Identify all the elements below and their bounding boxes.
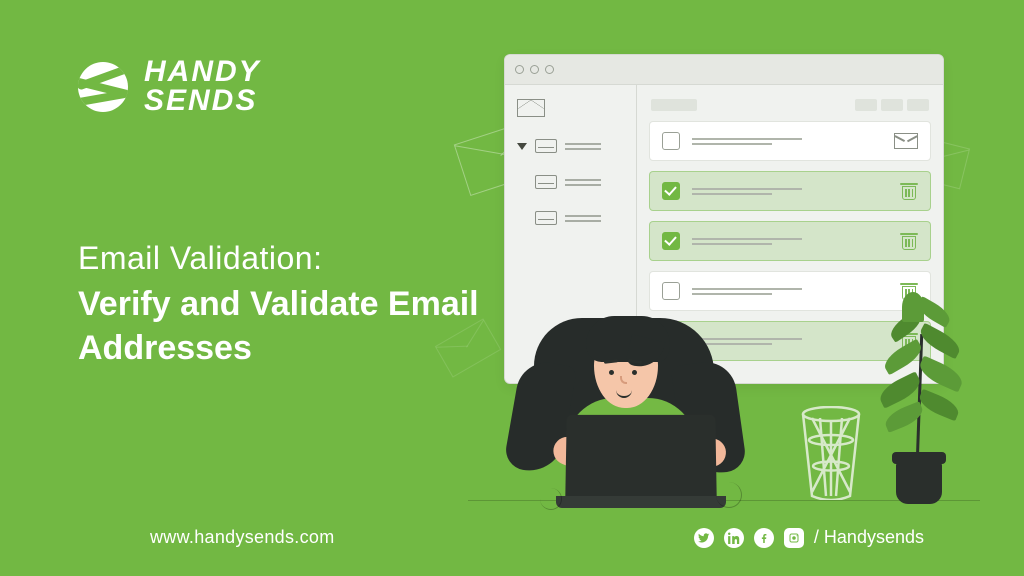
person-illustration bbox=[470, 250, 770, 540]
plant-illustration bbox=[866, 296, 972, 504]
toolbar-placeholder bbox=[881, 99, 903, 111]
website-url: www.handysends.com bbox=[150, 527, 335, 548]
inbox-icon bbox=[535, 139, 557, 153]
checkbox-icon bbox=[662, 232, 680, 250]
social-handle: / Handysends bbox=[814, 527, 924, 548]
window-dot-icon bbox=[530, 65, 539, 74]
brand-logo: HANDY SENDS bbox=[78, 58, 261, 115]
toolbar-placeholder bbox=[855, 99, 877, 111]
brand-name-line2: SENDS bbox=[144, 87, 261, 116]
email-row bbox=[649, 121, 931, 161]
trash-icon bbox=[900, 182, 918, 200]
email-row bbox=[649, 171, 931, 211]
chevron-down-icon bbox=[517, 143, 527, 150]
checkbox-icon bbox=[662, 182, 680, 200]
text-placeholder bbox=[692, 138, 802, 145]
text-placeholder bbox=[565, 215, 601, 222]
envelope-icon bbox=[894, 133, 918, 149]
toolbar-actions bbox=[855, 99, 929, 111]
promo-banner: HANDY SENDS Email Validation: Verify and… bbox=[0, 0, 1024, 576]
instagram-icon bbox=[784, 528, 804, 548]
headline-line1: Email Validation: bbox=[78, 240, 498, 277]
headline: Email Validation: Verify and Validate Em… bbox=[78, 240, 498, 370]
sidebar-item bbox=[517, 139, 624, 153]
text-placeholder bbox=[692, 238, 802, 245]
headline-line2: Verify and Validate Email Addresses bbox=[78, 283, 498, 370]
toolbar bbox=[649, 97, 931, 121]
window-dot-icon bbox=[515, 65, 524, 74]
envelope-icon bbox=[517, 99, 545, 117]
text-placeholder bbox=[692, 188, 802, 195]
laptop-icon bbox=[566, 414, 716, 510]
trash-icon bbox=[900, 232, 918, 250]
wastebasket-icon bbox=[800, 406, 862, 500]
toolbar-placeholder bbox=[651, 99, 697, 111]
window-dot-icon bbox=[545, 65, 554, 74]
text-placeholder bbox=[565, 179, 601, 186]
inbox-icon bbox=[535, 175, 557, 189]
text-placeholder bbox=[565, 143, 601, 150]
toolbar-placeholder bbox=[907, 99, 929, 111]
sidebar-item bbox=[535, 175, 624, 189]
checkbox-icon bbox=[662, 132, 680, 150]
brand-logo-mark bbox=[78, 62, 128, 112]
brand-name-line1: HANDY bbox=[144, 58, 261, 87]
brand-logo-text: HANDY SENDS bbox=[144, 58, 261, 115]
inbox-icon bbox=[535, 211, 557, 225]
window-titlebar bbox=[505, 55, 943, 85]
sidebar-item bbox=[535, 211, 624, 225]
